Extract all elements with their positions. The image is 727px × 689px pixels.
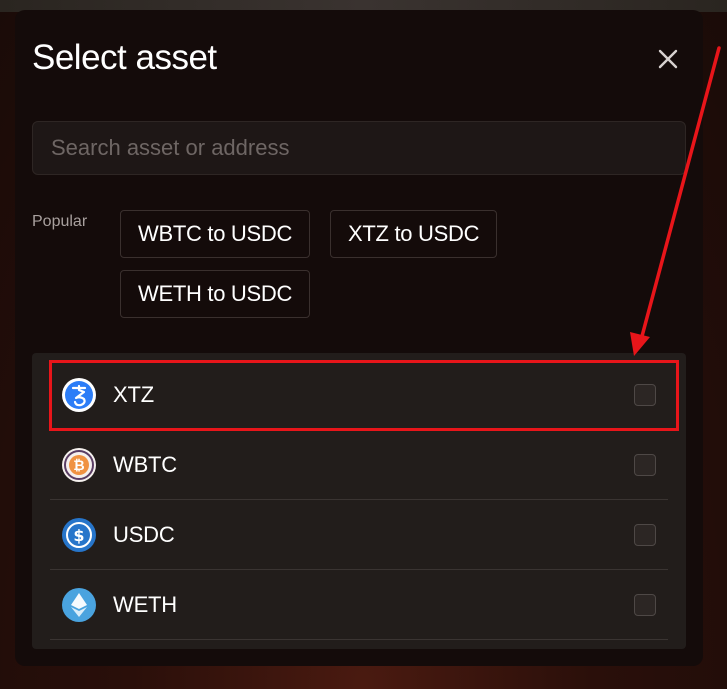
- asset-list: XTZ ₿ WBTC $ USDC WETH: [32, 353, 686, 649]
- chip-weth-to-usdc[interactable]: WETH to USDC: [120, 270, 311, 318]
- asset-row-xtz[interactable]: XTZ: [50, 360, 668, 430]
- asset-checkbox[interactable]: [634, 594, 656, 616]
- wbtc-icon: ₿: [62, 448, 96, 482]
- close-button[interactable]: [653, 44, 683, 74]
- modal-title: Select asset: [32, 38, 217, 77]
- usdc-icon: $: [62, 518, 96, 552]
- svg-text:₿: ₿: [73, 458, 84, 474]
- weth-icon: [62, 588, 96, 622]
- tezos-icon: [62, 378, 96, 412]
- asset-name: USDC: [113, 522, 175, 547]
- search-input[interactable]: [33, 122, 685, 174]
- asset-checkbox[interactable]: [634, 384, 656, 406]
- asset-name: XTZ: [113, 382, 154, 407]
- asset-name: WBTC: [113, 452, 177, 477]
- asset-row-usdc[interactable]: $ USDC: [50, 500, 668, 570]
- asset-row-wbtc[interactable]: ₿ WBTC: [50, 430, 668, 500]
- asset-row-weth[interactable]: WETH: [50, 570, 668, 640]
- close-icon: [653, 49, 683, 77]
- asset-name: WETH: [113, 592, 177, 617]
- select-asset-modal: Select asset Popular WBTC to USDC XTZ to…: [15, 10, 703, 666]
- asset-checkbox[interactable]: [634, 454, 656, 476]
- chip-xtz-to-usdc[interactable]: XTZ to USDC: [330, 210, 498, 258]
- chip-wbtc-to-usdc[interactable]: WBTC to USDC: [120, 210, 311, 258]
- popular-label: Popular: [32, 213, 88, 230]
- svg-text:$: $: [73, 526, 84, 545]
- search-box: [32, 121, 686, 175]
- asset-checkbox[interactable]: [634, 524, 656, 546]
